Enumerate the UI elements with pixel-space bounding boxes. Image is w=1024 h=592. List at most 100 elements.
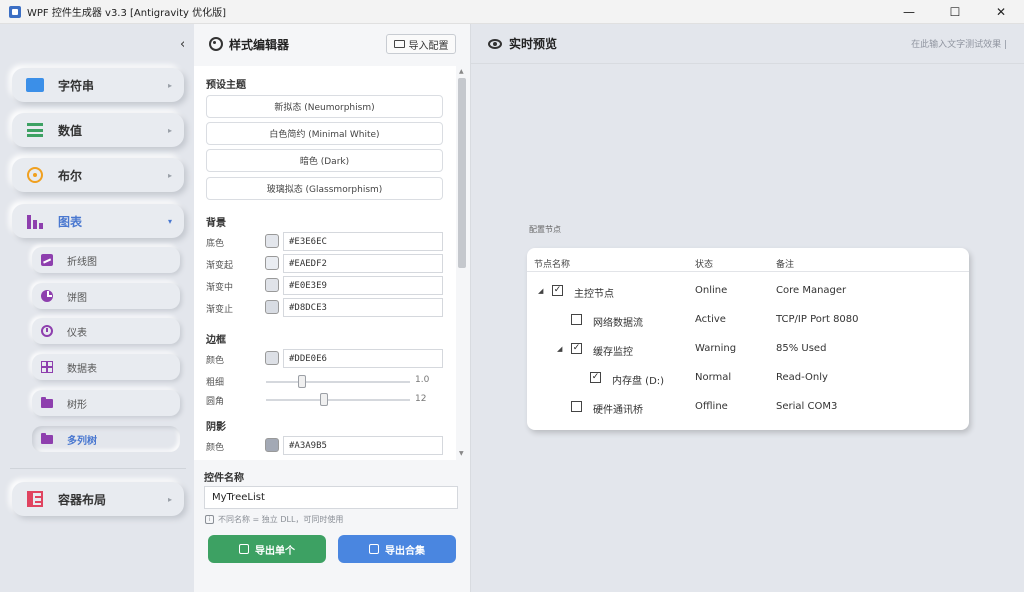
- preset-minimal-white-button[interactable]: 白色简约 (Minimal White): [206, 122, 443, 145]
- row-checkbox[interactable]: ✓: [552, 285, 563, 296]
- nav-item-layout[interactable]: 容器布局 ▸: [12, 482, 184, 516]
- maximize-button[interactable]: ☐: [932, 0, 978, 24]
- chevron-down-icon: ▾: [167, 216, 172, 226]
- radius-slider-thumb[interactable]: [319, 393, 328, 406]
- chevron-right-icon: ▸: [167, 494, 172, 504]
- editor-header: 样式编辑器 导入配置: [194, 24, 470, 64]
- close-button[interactable]: ✕: [978, 0, 1024, 24]
- sub-item-tree[interactable]: 树形: [32, 390, 180, 416]
- bg-base-input[interactable]: #E3E6EC: [283, 232, 443, 251]
- expander-icon[interactable]: ◢: [557, 345, 562, 353]
- node-status: Active: [695, 314, 726, 325]
- column-header-name[interactable]: 节点名称: [534, 257, 570, 270]
- folder-icon: [41, 433, 53, 445]
- export-single-button[interactable]: 导出单个: [208, 535, 326, 563]
- nav-item-label: 字符串: [58, 78, 95, 93]
- preview-header: 实时预览 在此输入文字测试效果 |: [471, 24, 1024, 64]
- thickness-value: 1.0: [415, 375, 430, 385]
- import-config-label: 导入配置: [408, 40, 449, 52]
- preset-glassmorphism-button[interactable]: 玻璃拟态 (Glassmorphism): [206, 177, 443, 200]
- preview-test-input[interactable]: 在此输入文字测试效果 |: [911, 37, 1007, 50]
- column-header-status[interactable]: 状态: [695, 257, 713, 270]
- sub-item-pie-chart[interactable]: 饼图: [32, 283, 180, 309]
- bg-gradient-start-input[interactable]: #EAEDF2: [283, 254, 443, 273]
- row-checkbox[interactable]: ✓: [571, 343, 582, 354]
- gauge-icon: [41, 325, 53, 337]
- sidebar: ‹ 字符串 ▸ 数值 ▸ 布尔 ▸ 图表 ▾ 折线图 饼图 仪表 数据表 树形 …: [0, 24, 194, 592]
- node-note: Serial COM3: [776, 401, 838, 412]
- string-icon: [26, 76, 44, 94]
- editor-scrollbar[interactable]: ▲ ▼: [456, 66, 470, 460]
- node-name: 缓存监控: [593, 347, 633, 358]
- bg-gradient-mid-input[interactable]: #E0E3E9: [283, 276, 443, 295]
- column-header-note[interactable]: 备注: [776, 257, 794, 270]
- minimize-button[interactable]: —: [886, 0, 932, 24]
- app-window-icon: [9, 5, 21, 18]
- sub-item-label: 仪表: [67, 327, 87, 339]
- tree-row[interactable]: ✓ 内存盘 (D:) Normal Read-Only: [527, 364, 969, 393]
- bg-gradient-mid-label: 渐变中: [206, 283, 234, 293]
- node-status: Normal: [695, 372, 732, 383]
- preview-title: 实时预览: [509, 37, 558, 51]
- node-name: 硬件通讯桥: [593, 405, 643, 416]
- sub-item-table[interactable]: 数据表: [32, 354, 180, 380]
- thickness-label: 粗细: [206, 378, 225, 388]
- bg-base-label: 底色: [206, 239, 225, 249]
- row-checkbox[interactable]: [571, 314, 582, 325]
- chevron-right-icon: ▸: [167, 170, 172, 180]
- row-checkbox[interactable]: [571, 401, 582, 412]
- bg-gradient-end-input[interactable]: #D8DCE3: [283, 298, 443, 317]
- tree-row[interactable]: ◢ ✓ 缓存监控 Warning 85% Used: [527, 335, 969, 364]
- sidebar-divider: [10, 468, 186, 469]
- node-note: TCP/IP Port 8080: [776, 314, 859, 325]
- nav-item-string[interactable]: 字符串 ▸: [12, 68, 184, 102]
- chevron-right-icon: ▸: [167, 125, 172, 135]
- editor-scroll-area[interactable]: 预设主题 新拟态 (Neumorphism) 白色简约 (Minimal Whi…: [194, 66, 470, 460]
- node-note: 85% Used: [776, 343, 827, 354]
- shadow-color-swatch[interactable]: [265, 438, 279, 452]
- sub-item-label: 数据表: [67, 363, 97, 375]
- nav-item-bool[interactable]: 布尔 ▸: [12, 158, 184, 192]
- expander-icon[interactable]: ◢: [538, 287, 543, 295]
- border-color-swatch[interactable]: [265, 351, 279, 365]
- bg-gradient-end-swatch[interactable]: [265, 300, 279, 314]
- row-checkbox[interactable]: ✓: [590, 372, 601, 383]
- thickness-slider-track[interactable]: [266, 381, 410, 383]
- tree-row[interactable]: 硬件通讯桥 Offline Serial COM3: [527, 393, 969, 422]
- radius-slider-track[interactable]: [266, 399, 410, 401]
- window-title: WPF 控件生成器 v3.3 [Antigravity 优化版]: [27, 8, 227, 19]
- node-status: Warning: [695, 343, 737, 354]
- thickness-slider-thumb[interactable]: [298, 375, 306, 388]
- tree-row[interactable]: 网络数据流 Active TCP/IP Port 8080: [527, 306, 969, 335]
- nav-item-chart[interactable]: 图表 ▾: [12, 204, 184, 238]
- sub-item-multi-column-tree[interactable]: 多列树: [32, 426, 180, 452]
- nav-item-number[interactable]: 数值 ▸: [12, 113, 184, 147]
- sub-item-label: 折线图: [67, 256, 97, 268]
- background-section-title: 背景: [206, 218, 226, 229]
- scroll-up-icon[interactable]: ▲: [459, 68, 464, 75]
- folder-open-icon: [393, 40, 405, 48]
- preset-dark-button[interactable]: 暗色 (Dark): [206, 149, 443, 172]
- layout-icon: [26, 490, 44, 508]
- node-note: Read-Only: [776, 372, 828, 383]
- toggle-icon: [26, 166, 44, 184]
- export-all-button[interactable]: 导出合集: [338, 535, 456, 563]
- scroll-down-icon[interactable]: ▼: [459, 450, 464, 457]
- control-name-label: 控件名称: [204, 473, 244, 484]
- border-color-input[interactable]: #DDE0E6: [283, 349, 443, 368]
- bg-gradient-start-swatch[interactable]: [265, 256, 279, 270]
- tree-row[interactable]: ◢ ✓ 主控节点 Online Core Manager: [527, 277, 969, 306]
- control-name-input[interactable]: MyTreeList: [204, 486, 458, 509]
- shadow-color-input[interactable]: #A3A9B5: [283, 436, 443, 455]
- bg-base-swatch[interactable]: [265, 234, 279, 248]
- sub-item-line-chart[interactable]: 折线图: [32, 247, 180, 273]
- nav-item-label: 布尔: [58, 168, 83, 183]
- scrollbar-thumb[interactable]: [458, 78, 466, 268]
- multi-column-tree: 节点名称 状态 备注 ◢ ✓ 主控节点 Online Core Manager …: [527, 248, 969, 430]
- sub-item-gauge[interactable]: 仪表: [32, 318, 180, 344]
- bg-gradient-mid-swatch[interactable]: [265, 278, 279, 292]
- collapse-sidebar-button[interactable]: ‹: [180, 37, 185, 52]
- import-config-button[interactable]: 导入配置: [386, 34, 456, 54]
- preset-neumorphism-button[interactable]: 新拟态 (Neumorphism): [206, 95, 443, 118]
- control-name-hint: i 不同名称 = 独立 DLL，可同时使用: [205, 514, 343, 525]
